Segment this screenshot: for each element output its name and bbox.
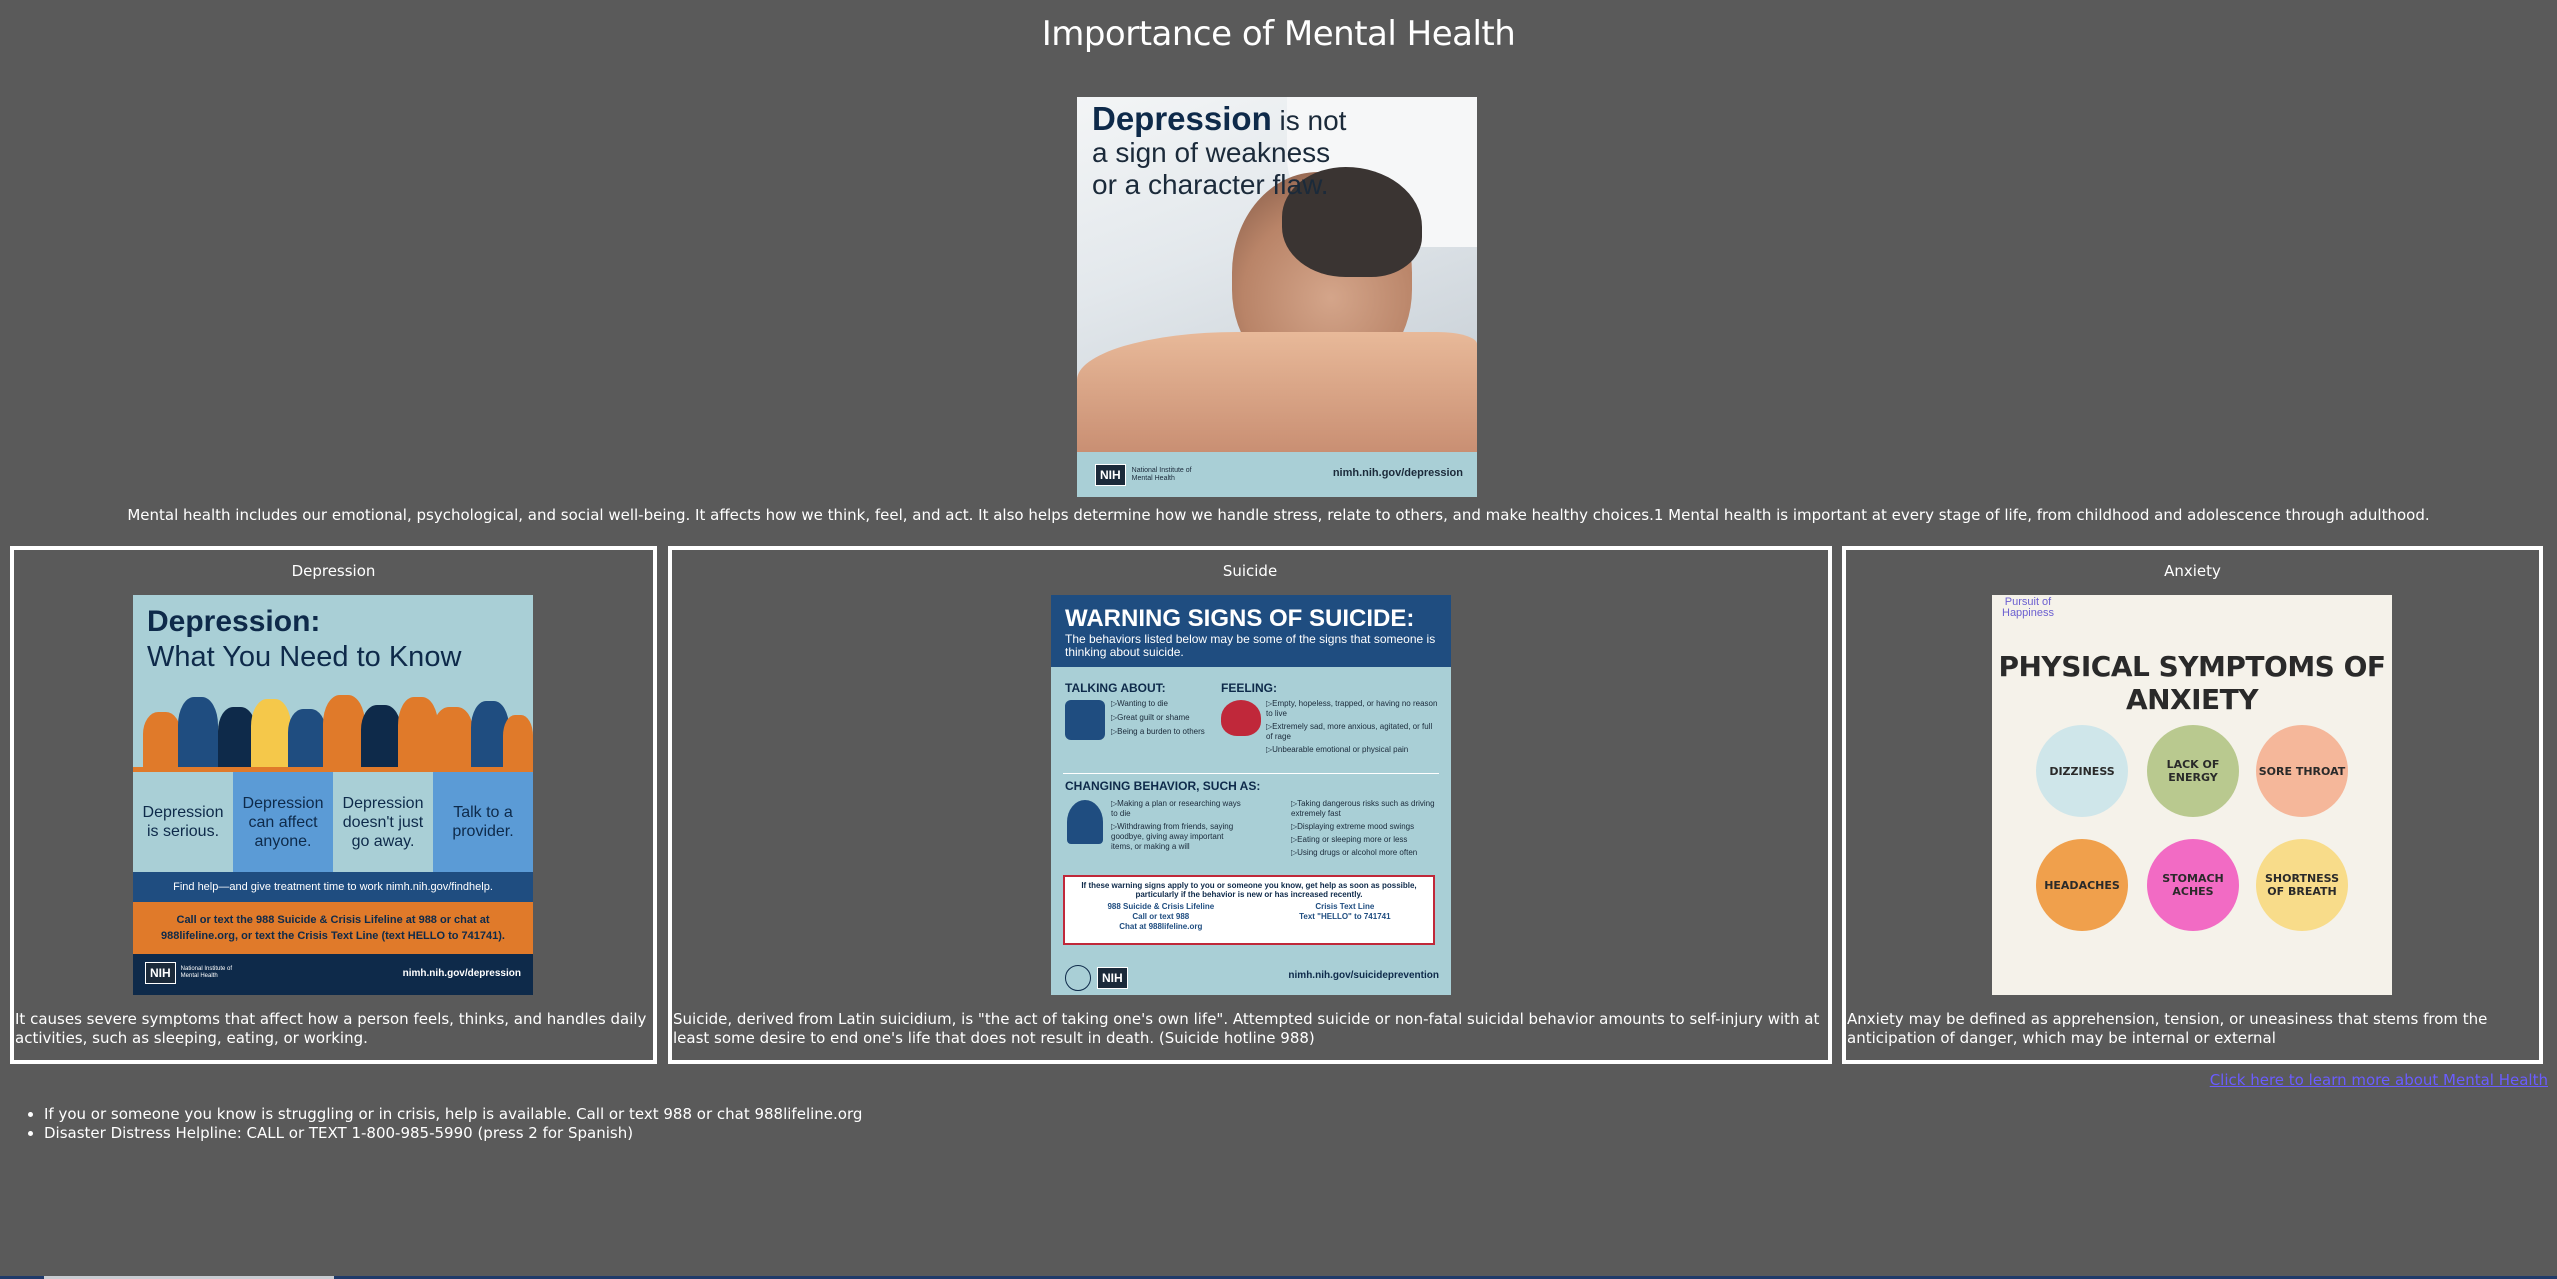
poster-column: Depression can affect anyone. (233, 772, 333, 872)
list-item: Extremely sad, more anxious, agitated, o… (1266, 722, 1441, 742)
hero-headline: Depression is not a sign of weakness or … (1092, 100, 1352, 201)
panel-heading: Depression (291, 562, 376, 580)
poster-footer: NIH nimh.nih.gov/suicideprevention (1051, 955, 1451, 995)
list-item: If you or someone you know is struggling… (44, 1105, 862, 1124)
poster-column: Talk to a provider. (433, 772, 533, 872)
list-item: Eating or sleeping more or less (1291, 835, 1441, 845)
talking-heading: TALKING ABOUT: (1065, 681, 1166, 695)
hero-footer: NIH National Institute of Mental Health … (1077, 452, 1477, 497)
hhs-seal-icon (1065, 965, 1091, 991)
nih-logo-mark: NIH (1097, 967, 1128, 989)
list-item: Being a burden to others (1111, 727, 1221, 737)
symptom-badge: STOMACH ACHES (2147, 839, 2239, 931)
nih-logo-org: National Institute of Mental Health (1131, 467, 1192, 482)
list-item: Unbearable emotional or physical pain (1266, 745, 1441, 755)
nih-logo: NIH National Institute of Mental Health (145, 962, 236, 984)
lifeline-chat: Chat at 988lifeline.org (1119, 922, 1203, 931)
poster-title: PHYSICAL SYMPTOMS OF ANXIETY (1998, 650, 2386, 716)
behavior-heading: CHANGING BEHAVIOR, SUCH AS: (1065, 779, 1261, 793)
broken-heart-icon (1221, 700, 1261, 736)
list-item: Taking dangerous risks such as driving e… (1291, 799, 1441, 819)
panel-heading: Anxiety (2164, 562, 2221, 580)
poster-columns: Depression is serious. Depression can af… (133, 772, 533, 872)
talking-list: Wanting to die Great guilt or shame Bein… (1111, 699, 1221, 737)
findhelp-band: Find help—and give treatment time to wor… (133, 872, 533, 902)
panel-description: Suicide, derived from Latin suicidium, i… (673, 1010, 1820, 1047)
nih-logo-org: National Institute of Mental Health (180, 966, 233, 979)
poster-subtitle: What You Need to Know (147, 641, 462, 673)
hero-headline-bold: Depression (1092, 100, 1272, 137)
poster-header: WARNING SIGNS OF SUICIDE: The behaviors … (1051, 595, 1451, 667)
symptom-badge: SORE THROAT (2256, 725, 2348, 817)
hero-depression-poster: Depression is not a sign of weakness or … (1077, 97, 1477, 497)
page-title: Importance of Mental Health (1041, 14, 1516, 54)
panel-description: Anxiety may be defined as apprehension, … (1847, 1010, 2488, 1047)
panel-anxiety: Anxiety Pursuit of Happiness PHYSICAL SY… (1842, 546, 2543, 1064)
list-item: Using drugs or alcohol more often (1291, 848, 1441, 858)
feeling-heading: FEELING: (1221, 681, 1277, 695)
person-alert-icon (1067, 800, 1103, 844)
man-arm-shape (1077, 332, 1477, 452)
list-item: Wanting to die (1111, 699, 1221, 709)
poster-column: Depression doesn't just go away. (333, 772, 433, 872)
help-list: If you or someone you know is struggling… (0, 1105, 862, 1143)
help-box-text: If these warning signs apply to you or s… (1081, 881, 1417, 899)
panel-description: It causes severe symptoms that affect ho… (15, 1010, 647, 1047)
crisis-text: Text "HELLO" to 741741 (1299, 912, 1391, 921)
symptom-badge: SHORTNESS OF BREATH (2256, 839, 2348, 931)
symptom-badge: HEADACHES (2036, 839, 2128, 931)
list-item: Making a plan or researching ways to die (1111, 799, 1241, 819)
lifeline-name: 988 Suicide & Crisis Lifeline (1107, 902, 1215, 911)
symptom-badge: DIZZINESS (2036, 725, 2128, 817)
poster-title: Depression: (147, 605, 321, 638)
list-item: Displaying extreme mood swings (1291, 822, 1441, 832)
list-item: Withdrawing from friends, saying goodbye… (1111, 822, 1241, 852)
list-item: Empty, hopeless, trapped, or having no r… (1266, 699, 1441, 719)
list-item: Great guilt or shame (1111, 713, 1221, 723)
poster-title: WARNING SIGNS OF SUICIDE: (1065, 605, 1415, 632)
nih-logo-mark: NIH (145, 962, 176, 984)
poster-column: Depression is serious. (133, 772, 233, 872)
anxiety-poster: Pursuit of Happiness PHYSICAL SYMPTOMS O… (1992, 595, 2392, 995)
crisis-name: Crisis Text Line (1315, 902, 1375, 911)
people-illustration (133, 687, 533, 767)
panel-suicide: Suicide WARNING SIGNS OF SUICIDE: The be… (668, 546, 1832, 1064)
behavior-right-list: Taking dangerous risks such as driving e… (1291, 799, 1441, 858)
intro-text: Mental health includes our emotional, ps… (127, 506, 2430, 524)
lifeline-call: Call or text 988 (1132, 912, 1190, 921)
suicide-poster: WARNING SIGNS OF SUICIDE: The behaviors … (1051, 595, 1451, 995)
learn-more-link[interactable]: Click here to learn more about Mental He… (2210, 1071, 2548, 1089)
people-talking-icon (1065, 700, 1105, 740)
poster-url: nimh.nih.gov/suicideprevention (1288, 970, 1439, 981)
nih-logo-mark: NIH (1095, 464, 1126, 486)
list-item: Disaster Distress Helpline: CALL or TEXT… (44, 1124, 862, 1143)
poster-url: nimh.nih.gov/depression (402, 968, 521, 979)
panel-heading: Suicide (1222, 562, 1278, 580)
help-box: If these warning signs apply to you or s… (1063, 875, 1435, 945)
pursuit-of-happiness-logo: Pursuit of Happiness (2002, 596, 2054, 619)
poster-footer: NIH National Institute of Mental Health … (133, 954, 533, 995)
poster-subtitle: The behaviors listed below may be some o… (1065, 632, 1436, 659)
hero-url: nimh.nih.gov/depression (1332, 467, 1463, 479)
depression-poster: Depression: What You Need to Know Depres… (133, 595, 533, 995)
behavior-left-list: Making a plan or researching ways to die… (1111, 799, 1241, 852)
poster-divider (1063, 773, 1439, 774)
call-band: Call or text the 988 Suicide & Crisis Li… (133, 902, 533, 954)
feeling-list: Empty, hopeless, trapped, or having no r… (1266, 699, 1441, 755)
symptom-badge: LACK OF ENERGY (2147, 725, 2239, 817)
panel-depression: Depression Depression: What You Need to … (10, 546, 657, 1064)
nih-logo: NIH National Institute of Mental Health (1095, 464, 1192, 486)
